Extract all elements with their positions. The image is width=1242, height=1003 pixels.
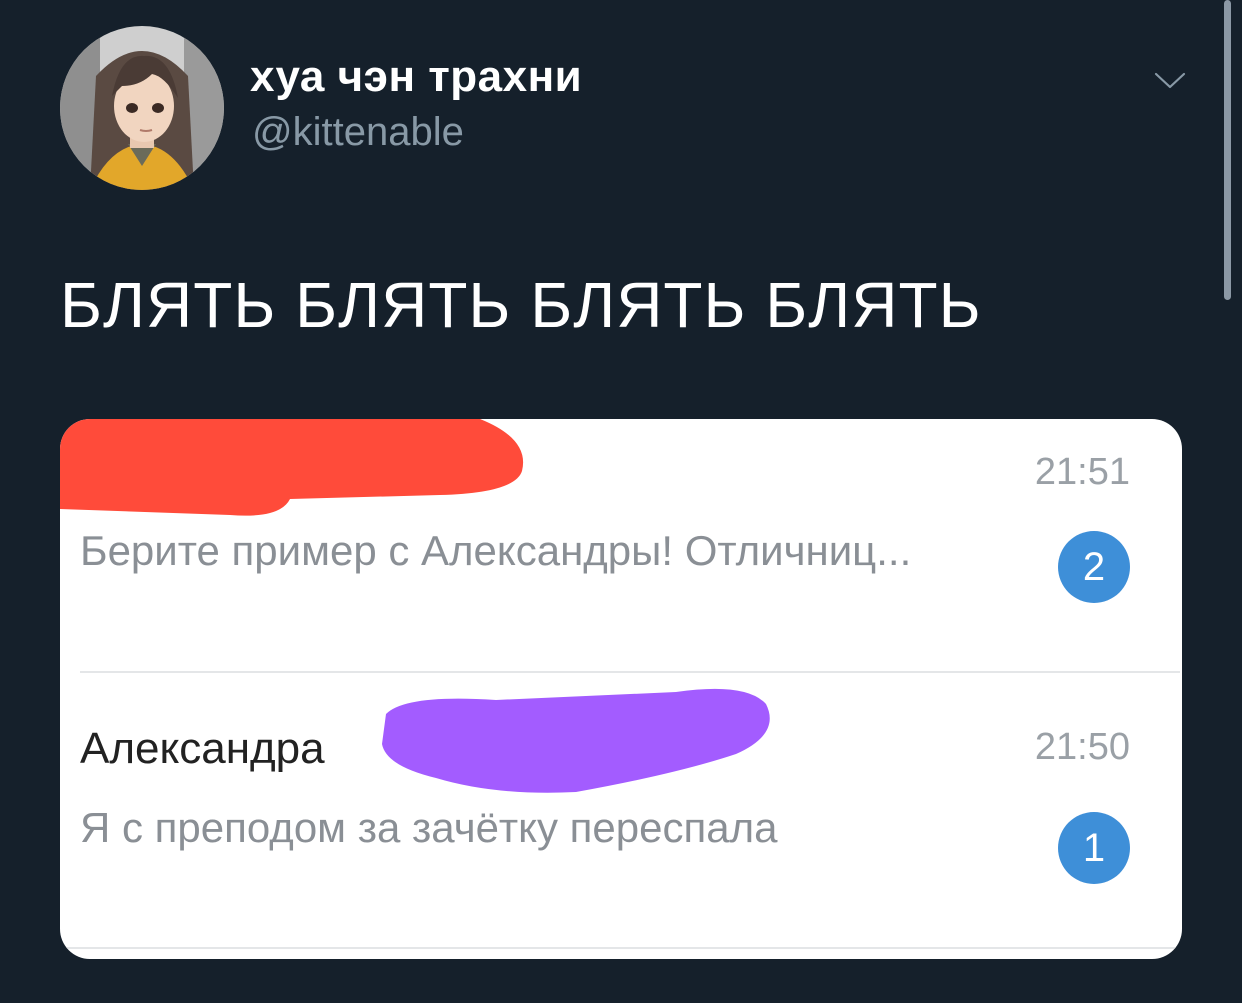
- tweet-text: БЛЯТЬ БЛЯТЬ БЛЯТЬ БЛЯТЬ: [60, 269, 982, 341]
- unread-badge: 2: [1058, 531, 1130, 603]
- unread-badge: 1: [1058, 812, 1130, 884]
- author-handle[interactable]: @kittenable: [252, 110, 464, 155]
- chat-list-item: 21:51 Берите пример с Александры! Отличн…: [60, 419, 1182, 671]
- chat-sender: Александра: [80, 724, 325, 773]
- chat-preview: Берите пример с Александры! Отличниц...: [80, 527, 912, 574]
- divider: [80, 671, 1180, 673]
- scrollbar[interactable]: [1224, 0, 1231, 300]
- chat-time: 21:51: [1034, 451, 1130, 493]
- divider: [60, 947, 1182, 949]
- author-display-name[interactable]: хуа чэн трахни: [250, 52, 582, 102]
- avatar[interactable]: [60, 26, 224, 190]
- purple-redaction-scribble: [382, 688, 770, 793]
- red-redaction-scribble: [60, 419, 524, 516]
- chat-list-item: Александра 21:50 Я с преподом за зачётку…: [60, 674, 1182, 959]
- chat-preview: Я с преподом за зачётку переспала: [80, 804, 778, 851]
- chevron-down-icon[interactable]: [1150, 60, 1190, 100]
- avatar-anime-character-icon: [60, 26, 224, 190]
- chat-time: 21:50: [1034, 726, 1130, 768]
- tweet-page: хуа чэн трахни @kittenable БЛЯТЬ БЛЯТЬ Б…: [0, 0, 1242, 1003]
- tweet-media-image[interactable]: 21:51 Берите пример с Александры! Отличн…: [60, 419, 1182, 959]
